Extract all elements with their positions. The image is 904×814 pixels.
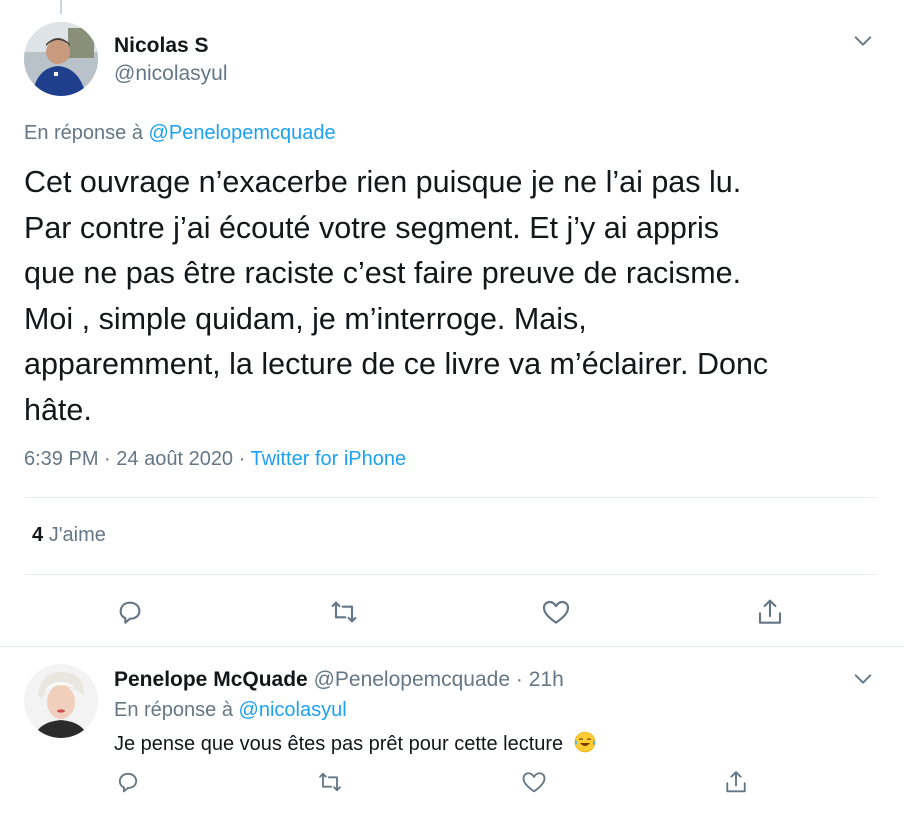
chevron-down-icon[interactable] xyxy=(852,30,874,52)
reply-author-handle[interactable]: @Penelopemcquade xyxy=(314,668,510,691)
heart-icon[interactable] xyxy=(540,596,572,628)
reply-prefix: En réponse à xyxy=(114,699,233,721)
meta-separator: · xyxy=(104,448,111,470)
likes-label: J'aime xyxy=(48,524,106,546)
retweet-icon[interactable] xyxy=(316,768,344,796)
likes-count: 4 xyxy=(32,524,44,546)
tweet-text: Cet ouvrage n’exacerbe rien puisque je n… xyxy=(24,165,769,427)
divider xyxy=(24,497,876,498)
tweet-separator xyxy=(0,646,904,647)
retweet-icon[interactable] xyxy=(328,596,360,628)
avatar-penelope-image xyxy=(24,664,98,738)
likes-summary[interactable]: 4 J'aime xyxy=(32,524,106,547)
tweet-source-link[interactable]: Twitter for iPhone xyxy=(251,448,407,470)
divider xyxy=(24,574,876,575)
author-name[interactable]: Nicolas S xyxy=(114,34,209,58)
main-tweet: Nicolas S @nicolasyul En réponse à @Pene… xyxy=(0,0,904,646)
reply-text-container: Je pense que vous êtes pas prêt pour cet… xyxy=(114,730,597,756)
comment-icon[interactable] xyxy=(114,596,146,628)
reply-separator: · xyxy=(515,668,523,691)
author-handle[interactable]: @nicolasyul xyxy=(114,62,228,86)
reply-age[interactable]: 21h xyxy=(529,668,564,691)
meta-separator: · xyxy=(238,448,246,470)
heart-icon[interactable] xyxy=(520,768,548,796)
reply-header: Penelope McQuade @Penelopemcquade · 21h xyxy=(114,668,564,692)
reply-to-link[interactable]: @nicolasyul xyxy=(239,699,347,721)
reply-context: En réponse à @nicolasyul xyxy=(114,699,347,722)
face-with-tears-of-joy-icon xyxy=(573,730,597,754)
reply-author-name[interactable]: Penelope McQuade xyxy=(114,668,308,691)
share-icon[interactable] xyxy=(722,768,750,796)
tweet-date[interactable]: 24 août 2020 xyxy=(116,448,233,470)
comment-icon[interactable] xyxy=(114,768,142,796)
tweet-time[interactable]: 6:39 PM xyxy=(24,448,98,470)
reply-to-link[interactable]: @Penelopemcquade xyxy=(149,122,336,144)
reply-text: Je pense que vous êtes pas prêt pour cet… xyxy=(114,733,564,755)
share-icon[interactable] xyxy=(754,596,786,628)
avatar-nicolas-image xyxy=(24,22,98,96)
reply-context: En réponse à @Penelopemcquade xyxy=(24,122,336,145)
reply-prefix: En réponse à xyxy=(24,122,143,144)
avatar-penelope[interactable] xyxy=(24,664,98,738)
avatar-nicolas[interactable] xyxy=(24,22,98,96)
tweet-meta: 6:39 PM · 24 août 2020 · Twitter for iPh… xyxy=(24,448,406,471)
chevron-down-icon[interactable] xyxy=(852,668,874,690)
